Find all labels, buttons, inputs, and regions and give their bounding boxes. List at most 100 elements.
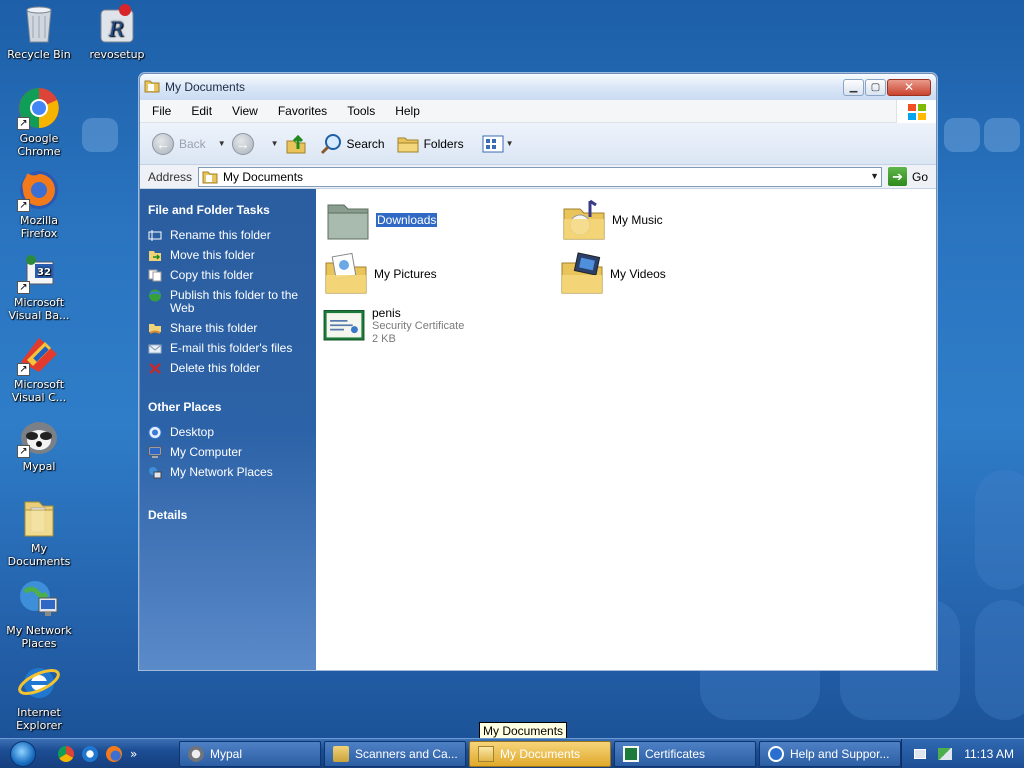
place-desktop[interactable]: Desktop [148,426,316,439]
file-item-certificate[interactable]: penis Security Certificate 2 KB [320,307,464,347]
search-label: Search [346,136,385,151]
desktop-icon-my-documents[interactable]: My Documents [1,496,77,568]
maximize-icon: ▢ [870,81,881,93]
start-orb-icon [10,740,36,767]
task-copy-folder[interactable]: Copy this folder [148,269,316,282]
desktop-icon-firefox[interactable]: ↗ Mozilla Firefox [1,168,77,240]
move-icon [148,249,162,262]
copy-icon [148,269,162,282]
desktop-icon-revosetup[interactable]: R revosetup [79,2,155,61]
mypal-icon [188,745,204,762]
clock[interactable]: 11:13 AM [964,747,1014,761]
shortcut-arrow-icon: ↗ [17,199,30,212]
forward-button[interactable]: → [231,132,259,155]
task-delete-folder[interactable]: Delete this folder [148,362,316,375]
forward-history-dropdown[interactable]: ▼ [271,139,279,148]
music-folder-icon [563,199,605,240]
videos-folder-icon [561,252,603,294]
quick-launch-chevron-icon[interactable]: » [130,747,137,761]
go-label: Go [912,169,929,184]
visual-cpp-icon: ↗ [17,332,61,376]
desktop-icon-internet-explorer[interactable]: Internet Explorer [1,660,77,732]
file-item-my-pictures[interactable]: My Pictures [322,251,437,297]
back-button[interactable]: ← Back [152,132,206,155]
file-item-downloads[interactable]: Downloads [324,197,438,243]
task-rename-folder[interactable]: Rename this folder [148,229,316,242]
desktop-icon-label: Mozilla Firefox [20,214,58,240]
desktop-icon-label: Google Chrome [17,132,61,158]
desktop-icon-chrome[interactable]: ↗ Google Chrome [1,86,77,158]
visual-basic-icon: 32 ↗ [17,250,61,294]
task-publish-folder[interactable]: Publish this folder to the Web [148,289,316,315]
desktop-icon-network-places[interactable]: My Network Places [1,578,77,650]
chrome-icon[interactable] [58,745,74,762]
desktop-icon-label: My Documents [7,542,71,568]
folder-icon [327,204,369,240]
views-button[interactable]: ▼ [482,135,520,153]
menu-favorites[interactable]: Favorites [266,104,335,118]
address-label: Address [148,169,193,184]
desktop-icon-recycle-bin[interactable]: Recycle Bin [1,2,77,61]
menu-edit[interactable]: Edit [179,104,220,118]
firefox-icon[interactable] [106,745,122,762]
file-item-my-videos[interactable]: My Videos [558,251,666,297]
revo-uninstaller-icon: R [95,2,139,46]
taskbar-item-help-support[interactable]: Help and Suppor... [759,740,901,767]
taskbar-item-my-documents[interactable]: My Documents [469,740,611,767]
search-button[interactable]: Search [319,133,385,155]
address-dropdown-icon[interactable]: ▼ [870,171,879,181]
internet-explorer-icon [17,660,61,704]
start-button[interactable] [0,739,46,768]
desktop-icon-label: Internet Explorer [16,706,62,732]
keyboard-icon[interactable] [914,748,927,759]
taskbar-item-mypal[interactable]: Mypal [179,740,321,767]
file-type: Security Certificate [372,320,465,332]
file-folder-tasks-heading[interactable]: File and Folder Tasks [148,203,316,217]
go-button[interactable]: ➔ Go [888,167,928,186]
close-button[interactable]: ✕ [887,78,931,96]
task-email-files[interactable]: E-mail this folder's files [148,342,316,355]
place-my-computer[interactable]: My Computer [148,446,316,459]
explorer-window[interactable]: My Documents ▁ ▢ ✕ File Edit View Favori… [139,73,937,670]
address-input[interactable]: My Documents ▼ [198,166,883,187]
folders-icon [397,137,419,152]
menu-file[interactable]: File [140,104,179,118]
menu-tools[interactable]: Tools [335,104,383,118]
internet-explorer-icon[interactable] [82,745,98,762]
network-icon[interactable] [938,747,953,760]
taskbar-item-scanners-cameras[interactable]: Scanners and Ca... [324,740,466,767]
other-places-heading[interactable]: Other Places [148,400,316,414]
folders-label: Folders [423,136,464,151]
task-label: Move this folder [170,248,255,262]
file-item-my-music[interactable]: My Music [560,197,663,243]
folders-button[interactable]: Folders [397,134,464,154]
maximize-button[interactable]: ▢ [865,78,886,96]
shortcut-arrow-icon: ↗ [17,117,30,130]
task-move-folder[interactable]: Move this folder [148,249,316,262]
shortcut-arrow-icon: ↗ [17,363,30,376]
file-list[interactable]: Downloads My Music My Pictures My Videos… [316,189,936,670]
menu-view[interactable]: View [220,104,266,118]
task-label: Rename this folder [170,228,271,242]
place-my-network-places[interactable]: My Network Places [148,466,316,479]
folder-icon [144,78,160,97]
desktop-icon-visual-basic[interactable]: 32 ↗ Microsoft Visual Ba... [1,250,77,322]
details-heading[interactable]: Details [148,508,316,522]
folder-icon [202,171,218,183]
pictures-folder-icon [325,252,367,294]
desktop-icon-visual-cpp[interactable]: ↗ Microsoft Visual C... [1,332,77,404]
task-label: Delete this folder [170,361,261,375]
desktop-icon-mypal[interactable]: ↗ Mypal [1,414,77,473]
task-share-folder[interactable]: Share this folder [148,322,316,335]
taskbar-item-certificates[interactable]: Certificates [614,740,756,767]
minimize-button[interactable]: ▁ [843,78,864,96]
up-folder-button[interactable] [285,133,307,155]
my-computer-icon [148,446,162,459]
menu-help[interactable]: Help [383,104,428,118]
back-history-dropdown[interactable]: ▼ [218,139,226,148]
title-bar[interactable]: My Documents ▁ ▢ ✕ [140,74,936,100]
publish-web-icon [148,289,162,302]
back-label: Back [179,136,206,151]
shortcut-arrow-icon: ↗ [17,445,30,458]
task-label: E-mail this folder's files [170,341,293,355]
